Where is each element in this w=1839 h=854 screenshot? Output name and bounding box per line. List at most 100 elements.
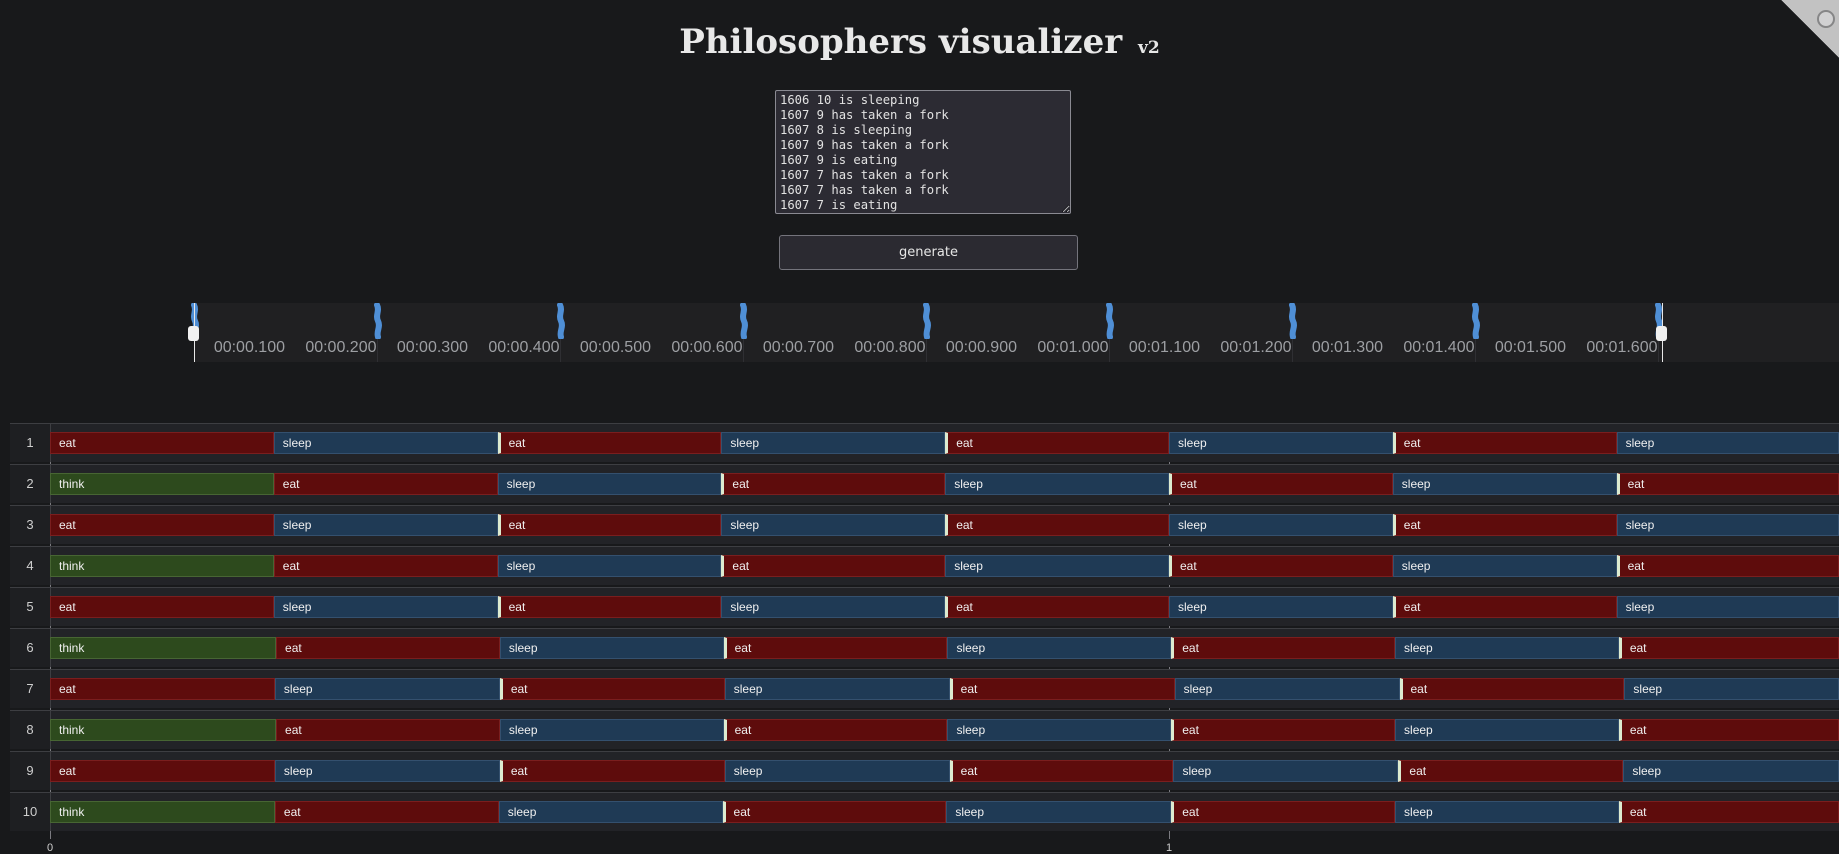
sleep-bar[interactable]: sleep <box>1395 801 1619 823</box>
sleep-bar[interactable]: sleep <box>498 801 723 823</box>
sleep-bar[interactable]: sleep <box>1616 596 1839 618</box>
think-bar[interactable]: think <box>50 719 277 741</box>
eat-bar[interactable]: eat <box>497 432 722 454</box>
timeline-tick-label: 00:00.300 <box>396 339 468 356</box>
title-text: Philosophers visualizer <box>679 22 1123 62</box>
sleep-bar[interactable]: sleep <box>946 801 1172 823</box>
sleep-bar[interactable]: sleep <box>1395 719 1619 741</box>
sleep-bar[interactable]: sleep <box>497 555 722 577</box>
eat-bar[interactable]: eat <box>721 473 946 495</box>
eat-bar[interactable]: eat <box>723 719 948 741</box>
eat-bar[interactable]: eat <box>1392 596 1617 618</box>
sleep-bar[interactable]: sleep <box>947 719 1172 741</box>
philosopher-row: 8 think eat sleep eat sleep eat sleep eat <box>10 710 1839 749</box>
sleep-bar[interactable]: sleep <box>273 432 498 454</box>
sleep-bar[interactable]: sleep <box>724 678 950 700</box>
corner-ribbon[interactable] <box>1781 0 1839 58</box>
eat-bar[interactable]: eat <box>273 555 498 577</box>
sleep-bar[interactable]: sleep <box>274 678 500 700</box>
generate-button[interactable]: generate <box>779 235 1078 270</box>
sleep-bar[interactable]: sleep <box>1392 555 1617 577</box>
eat-bar[interactable]: eat <box>1398 760 1624 782</box>
sleep-bar[interactable]: sleep <box>1624 678 1839 700</box>
eat-bar[interactable]: eat <box>273 473 498 495</box>
eat-bar[interactable]: eat <box>50 678 275 700</box>
range-end-handle[interactable] <box>1656 303 1667 362</box>
timeline-tick-label: 00:01.300 <box>1311 339 1383 356</box>
eat-bar[interactable]: eat <box>1171 801 1396 823</box>
timeline-activity-marker <box>1105 303 1114 339</box>
log-input[interactable]: 1606 10 is sleeping 1607 9 has taken a f… <box>775 90 1071 214</box>
eat-bar[interactable]: eat <box>1616 473 1839 495</box>
sleep-bar[interactable]: sleep <box>1616 514 1839 536</box>
sleep-bar[interactable]: sleep <box>1392 473 1617 495</box>
eat-bar[interactable]: eat <box>949 760 1174 782</box>
philosopher-id: 8 <box>10 711 51 749</box>
eat-bar[interactable]: eat <box>274 801 499 823</box>
eat-bar[interactable]: eat <box>722 801 947 823</box>
sleep-bar[interactable]: sleep <box>499 637 724 659</box>
eat-bar[interactable]: eat <box>721 555 946 577</box>
sleep-bar[interactable]: sleep <box>274 760 500 782</box>
sleep-bar[interactable]: sleep <box>721 596 946 618</box>
eat-bar[interactable]: eat <box>945 514 1169 536</box>
philosopher-id: 5 <box>10 588 51 626</box>
sleep-bar[interactable]: sleep <box>273 596 498 618</box>
sleep-bar[interactable]: sleep <box>1169 514 1393 536</box>
philosopher-row: 2 think eat sleep eat sleep eat sleep eat <box>10 464 1839 503</box>
timeline-tick-label: 00:01.400 <box>1403 339 1475 356</box>
sleep-bar[interactable]: sleep <box>497 473 722 495</box>
eat-bar[interactable]: eat <box>723 637 948 659</box>
eat-bar[interactable]: eat <box>1169 555 1393 577</box>
sleep-bar[interactable]: sleep <box>499 719 724 741</box>
eat-bar[interactable]: eat <box>276 637 500 659</box>
eat-bar[interactable]: eat <box>499 760 725 782</box>
sleep-bar[interactable]: sleep <box>1173 760 1399 782</box>
eat-bar[interactable]: eat <box>1171 637 1396 659</box>
eat-bar[interactable]: eat <box>1618 637 1839 659</box>
eat-bar[interactable]: eat <box>497 596 722 618</box>
sleep-bar[interactable]: sleep <box>721 432 946 454</box>
eat-bar[interactable]: eat <box>1618 719 1839 741</box>
eat-bar[interactable]: eat <box>50 760 275 782</box>
eat-bar[interactable]: eat <box>276 719 500 741</box>
eat-bar[interactable]: eat <box>1169 473 1393 495</box>
eat-bar[interactable]: eat <box>1399 678 1625 700</box>
think-bar[interactable]: think <box>50 555 274 577</box>
think-bar[interactable]: think <box>50 637 277 659</box>
range-start-handle[interactable] <box>188 303 199 362</box>
timeline-activity-marker <box>1288 303 1297 339</box>
sleep-bar[interactable]: sleep <box>1174 678 1400 700</box>
eat-bar[interactable]: eat <box>499 678 725 700</box>
eat-bar[interactable]: eat <box>497 514 722 536</box>
sleep-bar[interactable]: sleep <box>947 637 1172 659</box>
sleep-bar[interactable]: sleep <box>1169 596 1393 618</box>
sleep-bar[interactable]: sleep <box>1395 637 1619 659</box>
sleep-bar[interactable]: sleep <box>1616 432 1839 454</box>
eat-bar[interactable]: eat <box>945 596 1169 618</box>
eat-bar[interactable]: eat <box>1171 719 1396 741</box>
handle-knob[interactable] <box>188 326 199 341</box>
sleep-bar[interactable]: sleep <box>1623 760 1839 782</box>
eat-bar[interactable]: eat <box>50 596 274 618</box>
sleep-bar[interactable]: sleep <box>1169 432 1393 454</box>
eat-bar[interactable]: eat <box>1392 432 1617 454</box>
eat-bar[interactable]: eat <box>1392 514 1617 536</box>
eat-bar[interactable]: eat <box>50 514 274 536</box>
sleep-bar[interactable]: sleep <box>945 555 1169 577</box>
philosopher-row: 4 think eat sleep eat sleep eat sleep eat <box>10 546 1839 585</box>
think-bar[interactable]: think <box>50 801 275 823</box>
eat-bar[interactable]: eat <box>949 678 1175 700</box>
handle-knob[interactable] <box>1656 326 1667 341</box>
timeline-tick-label: 00:01.200 <box>1220 339 1292 356</box>
eat-bar[interactable]: eat <box>1618 801 1839 823</box>
sleep-bar[interactable]: sleep <box>273 514 498 536</box>
sleep-bar[interactable]: sleep <box>945 473 1169 495</box>
think-bar[interactable]: think <box>50 473 274 495</box>
sleep-bar[interactable]: sleep <box>721 514 946 536</box>
timeline-slider[interactable]: 00:00.100 00:00.200 00:00.300 00:00.400 00:0… <box>188 303 1839 362</box>
sleep-bar[interactable]: sleep <box>724 760 950 782</box>
eat-bar[interactable]: eat <box>945 432 1169 454</box>
eat-bar[interactable]: eat <box>1616 555 1839 577</box>
eat-bar[interactable]: eat <box>50 432 274 454</box>
